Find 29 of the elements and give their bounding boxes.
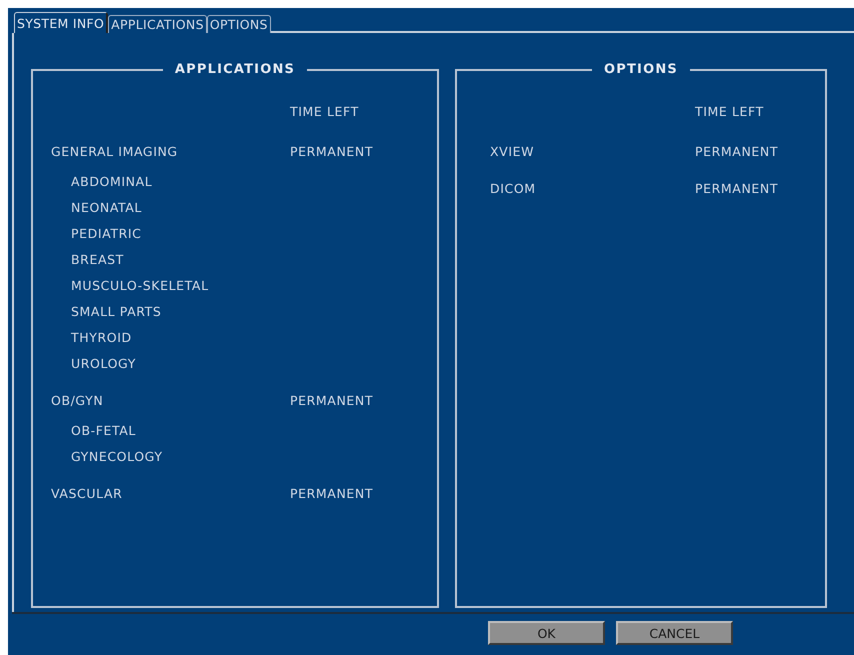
tab[interactable]: SYSTEM INFO [14, 12, 108, 33]
time-left: PERMANENT [290, 143, 374, 161]
time-left: PERMANENT [290, 392, 374, 410]
sub-license-name: GYNECOLOGY [70, 448, 163, 466]
license-name: OB/GYN [51, 392, 104, 410]
sub-license-name: NEONATAL [70, 199, 142, 217]
sub-license-name: OB-FETAL [70, 422, 136, 440]
license-name: XVIEW [490, 143, 534, 161]
group-title: APPLICATIONS [174, 62, 296, 77]
license-name: DICOM [490, 180, 536, 198]
column-header: TIME LEFT [695, 103, 764, 121]
sub-license-name: THYROID [70, 329, 132, 347]
sub-license-name: ABDOMINAL [70, 173, 152, 191]
cancel-button[interactable]: CANCEL [616, 621, 733, 645]
tab[interactable]: OPTIONS [206, 15, 271, 33]
time-left: PERMANENT [695, 180, 778, 198]
tab[interactable]: APPLICATIONS [108, 15, 207, 33]
time-left: PERMANENT [695, 143, 778, 161]
group-title: OPTIONS [603, 62, 679, 77]
sub-license-name: BREAST [70, 251, 124, 269]
license-name: GENERAL IMAGING [51, 143, 178, 161]
sub-license-name: MUSCULO-SKELETAL [70, 277, 209, 295]
sub-license-name: PEDIATRIC [70, 225, 142, 243]
sub-license-name: UROLOGY [70, 355, 136, 373]
license-name: VASCULAR [51, 485, 122, 503]
ok-button[interactable]: OK [488, 621, 605, 645]
sub-license-name: SMALL PARTS [70, 303, 162, 321]
time-left: PERMANENT [290, 485, 374, 503]
column-header: TIME LEFT [290, 103, 359, 121]
